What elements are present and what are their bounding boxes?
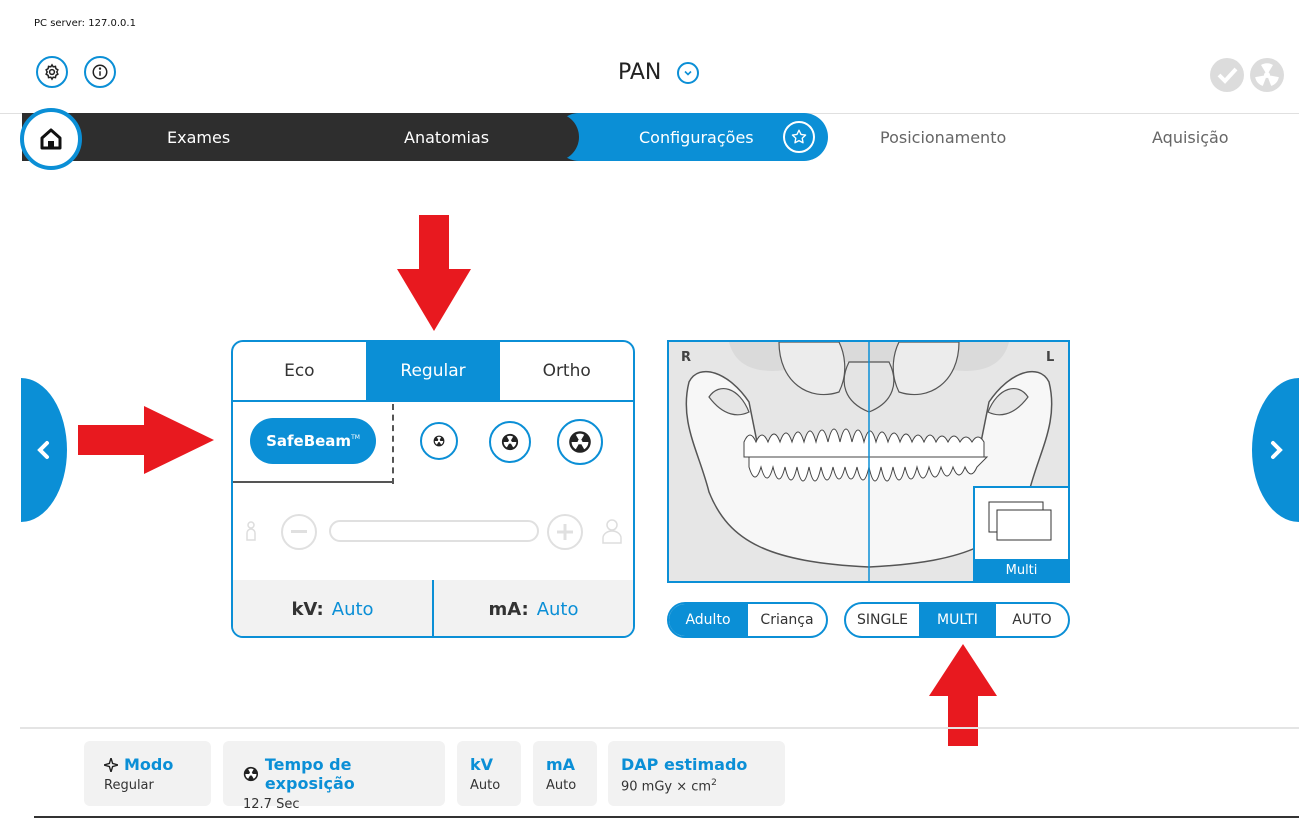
annotation-arrow-up [929,644,997,746]
modo-value: Regular [104,778,154,793]
radiation-large-icon [569,431,591,453]
dose-medium-button[interactable] [489,421,531,463]
nav-item-anatomias[interactable]: Anatomias [404,128,489,147]
exposure-mode-panel: Eco Regular Ortho SafeBeam TM kV: Auto mA:… [231,340,635,638]
multi-option[interactable]: MULTI [920,604,996,636]
patient-type-toggle: Adulto Criança [667,602,828,638]
kv-cell[interactable]: kV: Auto [233,580,434,636]
xray-preview: R L Multi [667,340,1070,583]
single-option[interactable]: SINGLE [846,604,920,636]
kv-summary-value: Auto [470,778,501,793]
slider-track[interactable] [329,520,539,542]
summary-modo: Modo Regular [84,741,211,806]
check-icon [1211,59,1243,91]
kv-ma-row: kV: Auto mA: Auto [233,580,633,636]
summary-kv: kV Auto [457,741,521,806]
bottom-border [34,816,1299,818]
auto-option[interactable]: AUTO [996,604,1068,636]
multi-frames-icon [988,501,1052,541]
summary-dap: DAP estimado 90 mGy × cm2 [608,741,785,806]
nav-completed-track [22,113,602,161]
multi-preview-button[interactable]: Multi [973,486,1068,581]
tab-eco[interactable]: Eco [233,342,367,400]
chevron-down-icon [684,70,692,76]
ma-summary-value: Auto [546,778,577,793]
tempo-value: 12.7 Sec [243,797,300,812]
divider-line [233,481,394,483]
crianca-option[interactable]: Criança [748,604,826,636]
radiation-icon [1251,59,1283,91]
tab-regular[interactable]: Regular [366,342,501,400]
page-title: PAN [618,60,662,85]
dap-value: 90 mGy × cm [621,779,712,795]
footer-divider [20,727,1299,729]
modo-title: Modo [124,755,174,774]
tempo-title: Tempo de exposição [264,755,355,793]
server-label: PC server: 127.0.0.1 [34,18,136,29]
multi-label: Multi [975,559,1068,581]
plus-icon [557,524,573,540]
radiation-icon [243,766,259,782]
sparkle-icon [104,757,118,772]
minus-icon [291,530,307,533]
summary-tempo: Tempo de exposição 12.7 Sec [223,741,445,812]
safebeam-label: SafeBeam [266,432,352,450]
nav-item-configuracoes[interactable]: Configurações [639,128,754,147]
previous-button[interactable] [21,378,67,522]
annotation-arrow-down [397,215,471,331]
dap-title: DAP estimado [621,755,748,774]
summary-ma: mA Auto [533,741,597,806]
info-icon [92,64,108,80]
star-icon [791,129,807,144]
xray-right-label: R [681,350,692,365]
annotation-arrow-right [78,406,214,474]
small-person-icon [246,521,256,541]
mode-tabs: Eco Regular Ortho [233,342,633,402]
safebeam-button[interactable]: SafeBeam TM [250,418,376,464]
large-person-icon [602,519,622,544]
radiation-status-icon [1250,58,1284,92]
safebeam-tm: TM [351,433,360,441]
settings-button[interactable] [36,56,68,88]
home-button[interactable] [20,108,82,170]
chevron-right-icon [1270,441,1283,459]
patient-size-slider [233,502,633,582]
divider-dashed [392,404,394,484]
increase-button[interactable] [547,514,583,550]
gear-icon [45,63,59,81]
nav-item-exames[interactable]: Exames [167,128,230,147]
radiation-small-icon [433,435,445,447]
decrease-button[interactable] [281,514,317,550]
info-button[interactable] [84,56,116,88]
ma-title: mA [546,755,576,774]
image-mode-toggle: SINGLE MULTI AUTO [844,602,1070,638]
adulto-option[interactable]: Adulto [669,604,748,636]
home-icon [40,128,62,150]
ready-status-icon [1210,58,1244,92]
favorite-button[interactable] [783,121,815,153]
xray-left-label: L [1046,350,1055,365]
kv-label: kV: [291,598,324,620]
chevron-left-icon [37,441,49,459]
ma-cell[interactable]: mA: Auto [434,580,633,636]
tab-ortho[interactable]: Ortho [500,342,633,400]
ma-value: Auto [536,598,579,620]
kv-title: kV [470,755,494,774]
dap-unit-exponent: 2 [711,778,717,788]
radiation-medium-icon [501,433,519,451]
next-button[interactable] [1252,378,1299,522]
dose-high-button[interactable] [557,419,603,465]
exam-dropdown-button[interactable] [677,62,699,84]
ma-label: mA: [488,598,529,620]
dose-low-button[interactable] [420,422,458,460]
nav-item-aquisicao[interactable]: Aquisição [1152,128,1229,147]
nav-item-posicionamento[interactable]: Posicionamento [880,128,1006,147]
kv-value: Auto [331,598,374,620]
